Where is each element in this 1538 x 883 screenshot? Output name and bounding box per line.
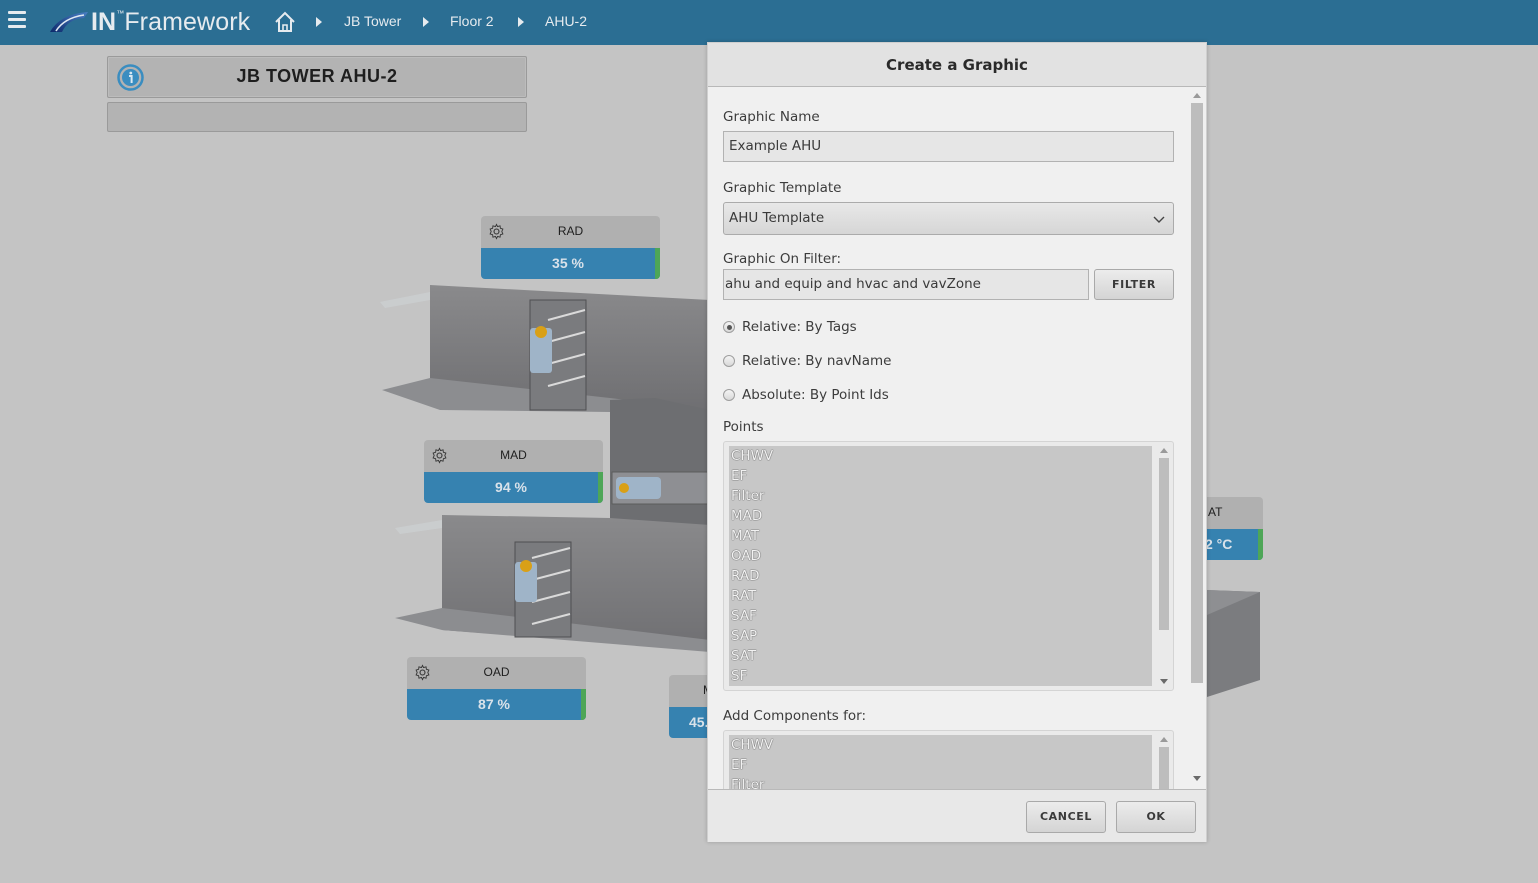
- page-subtitle-box: [107, 102, 527, 132]
- graphic-name-input[interactable]: Example AHU: [723, 131, 1174, 162]
- logo-swoosh-icon: [50, 12, 88, 32]
- status-indicator: [1258, 529, 1263, 560]
- radio-unchecked-icon[interactable]: [723, 389, 735, 401]
- point-name: OAD: [483, 665, 510, 679]
- page-title: JB TOWER AHU-2: [236, 66, 398, 86]
- graphic-filter-label: Graphic On Filter:: [723, 251, 842, 267]
- scroll-down-icon[interactable]: [1160, 679, 1168, 684]
- components-list: CHWV EF Filter: [729, 735, 1152, 789]
- components-scrollbar[interactable]: [1156, 733, 1171, 789]
- status-indicator: [581, 689, 586, 720]
- point-value: 2 °C: [1205, 536, 1233, 552]
- list-item[interactable]: SAT: [729, 646, 1152, 666]
- graphic-template-value: AHU Template: [729, 210, 825, 226]
- points-label: Points: [723, 419, 764, 435]
- radio-checked-icon[interactable]: [723, 321, 735, 333]
- radio-unchecked-icon[interactable]: [723, 355, 735, 367]
- scroll-up-icon[interactable]: [1160, 448, 1168, 453]
- list-item[interactable]: EF: [729, 755, 1152, 775]
- cancel-button[interactable]: CANCEL: [1026, 801, 1106, 833]
- supply-duct-graphic: [1207, 590, 1260, 697]
- list-item[interactable]: RAD: [729, 566, 1152, 586]
- point-widget-mad[interactable]: MAD 94 %: [424, 440, 603, 503]
- status-indicator: [598, 472, 603, 503]
- top-nav-bar: IN™Framework JB Tower Floor 2 AHU-2: [0, 0, 1538, 45]
- graphic-template-label: Graphic Template: [723, 180, 842, 196]
- dialog-header: Create a Graphic: [708, 43, 1206, 87]
- filter-button[interactable]: FILTER: [1094, 269, 1174, 300]
- chevron-down-icon: [1153, 216, 1165, 223]
- point-name: RAD: [557, 224, 584, 238]
- components-listbox[interactable]: CHWV EF Filter: [723, 730, 1174, 789]
- point-widget-rad[interactable]: RAD 35 %: [481, 216, 660, 279]
- graphic-name-label: Graphic Name: [723, 109, 820, 125]
- breadcrumb-separator-icon: [423, 17, 429, 27]
- status-indicator: [655, 248, 660, 279]
- logo-prefix: IN: [91, 7, 117, 36]
- points-listbox[interactable]: CHWV EF Filter MAD MAT OAD RAD RAT SAF SAP SAT SF: [723, 441, 1174, 691]
- list-item[interactable]: Filter: [729, 486, 1152, 506]
- point-name: MAD: [500, 448, 527, 462]
- radio-label: Relative: By navName: [742, 353, 892, 369]
- list-item[interactable]: Filter: [729, 775, 1152, 789]
- list-item[interactable]: RAT: [729, 586, 1152, 606]
- point-value: 94 %: [495, 479, 527, 495]
- list-item[interactable]: SF: [729, 666, 1152, 686]
- dialog-body: Graphic Name Example AHU Graphic Templat…: [708, 88, 1206, 789]
- menu-icon[interactable]: [8, 11, 26, 29]
- dialog-footer: CANCEL OK: [708, 789, 1206, 842]
- list-item[interactable]: EF: [729, 466, 1152, 486]
- scroll-down-icon[interactable]: [1193, 776, 1201, 781]
- logo-suffix: Framework: [124, 7, 251, 36]
- radio-relative-by-tags[interactable]: Relative: By Tags: [723, 319, 857, 335]
- point-name: AT: [1208, 505, 1223, 519]
- radio-label: Relative: By Tags: [742, 319, 857, 335]
- point-value: 35 %: [552, 255, 584, 271]
- radio-absolute-by-point-ids[interactable]: Absolute: By Point Ids: [723, 387, 889, 403]
- list-item[interactable]: MAT: [729, 526, 1152, 546]
- breadcrumb-jb-tower[interactable]: JB Tower: [344, 13, 401, 29]
- scroll-up-icon[interactable]: [1160, 737, 1168, 742]
- scroll-thumb[interactable]: [1159, 747, 1169, 789]
- point-value: 87 %: [478, 696, 510, 712]
- dialog-title: Create a Graphic: [886, 56, 1028, 74]
- page-title-box: JB TOWER AHU-2: [107, 56, 527, 98]
- home-icon[interactable]: [273, 10, 297, 34]
- dialog-scrollbar[interactable]: [1189, 88, 1205, 789]
- radio-label: Absolute: By Point Ids: [742, 387, 889, 403]
- points-scrollbar[interactable]: [1156, 444, 1171, 688]
- breadcrumb-separator-icon: [316, 17, 322, 27]
- components-label: Add Components for:: [723, 708, 867, 724]
- scroll-thumb[interactable]: [1191, 103, 1203, 683]
- list-item[interactable]: CHWV: [729, 446, 1152, 466]
- graphic-template-select[interactable]: AHU Template: [723, 202, 1174, 235]
- app-logo[interactable]: IN™Framework: [48, 6, 250, 38]
- list-item[interactable]: SAP: [729, 626, 1152, 646]
- scroll-thumb[interactable]: [1159, 458, 1169, 630]
- list-item[interactable]: MAD: [729, 506, 1152, 526]
- ok-button[interactable]: OK: [1116, 801, 1196, 833]
- breadcrumb-ahu-2[interactable]: AHU-2: [545, 13, 587, 29]
- point-widget-oad[interactable]: OAD 87 %: [407, 657, 586, 720]
- breadcrumb-floor-2[interactable]: Floor 2: [450, 13, 494, 29]
- radio-relative-by-navname[interactable]: Relative: By navName: [723, 353, 891, 369]
- create-graphic-dialog: Create a Graphic Graphic Name Example AH…: [707, 42, 1207, 842]
- scroll-up-icon[interactable]: [1193, 93, 1201, 98]
- list-item[interactable]: SAF: [729, 606, 1152, 626]
- graphic-filter-input[interactable]: ahu and equip and hvac and vavZone: [723, 269, 1089, 300]
- points-list: CHWV EF Filter MAD MAT OAD RAD RAT SAF SAP SAT SF: [729, 446, 1152, 686]
- list-item[interactable]: CHWV: [729, 735, 1152, 755]
- breadcrumb-separator-icon: [518, 17, 524, 27]
- list-item[interactable]: OAD: [729, 546, 1152, 566]
